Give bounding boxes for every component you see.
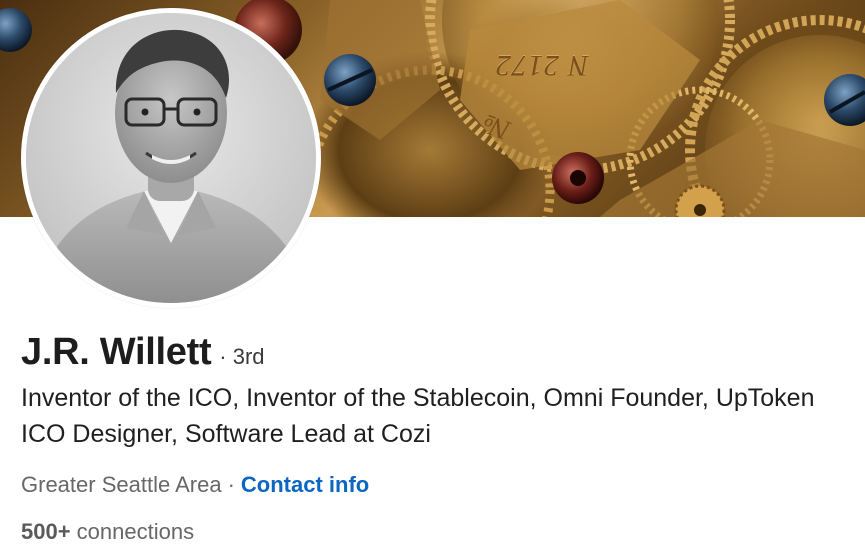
profile-photo[interactable] [21,8,321,308]
profile-name: J.R. Willett [21,331,212,373]
profile-top-card: N 2172 № J.R. Willett · 3rd Inventor of … [0,0,865,558]
connections-row[interactable]: 500+ connections [21,519,194,545]
connection-degree: · 3rd [219,344,265,369]
name-row: J.R. Willett · 3rd [21,331,265,374]
separator-dot: · [227,472,235,497]
profile-photo-image [26,13,316,303]
profile-location: Greater Seattle Area [21,472,222,497]
connections-count: 500+ [21,519,77,544]
profile-headline: Inventor of the ICO, Inventor of the Sta… [21,384,815,448]
banner-engraving: N 2172 [495,49,589,82]
contact-info-link[interactable]: Contact info [241,472,369,498]
connections-label: connections [76,519,195,544]
location-row: Greater Seattle Area · Contact info [21,472,369,498]
